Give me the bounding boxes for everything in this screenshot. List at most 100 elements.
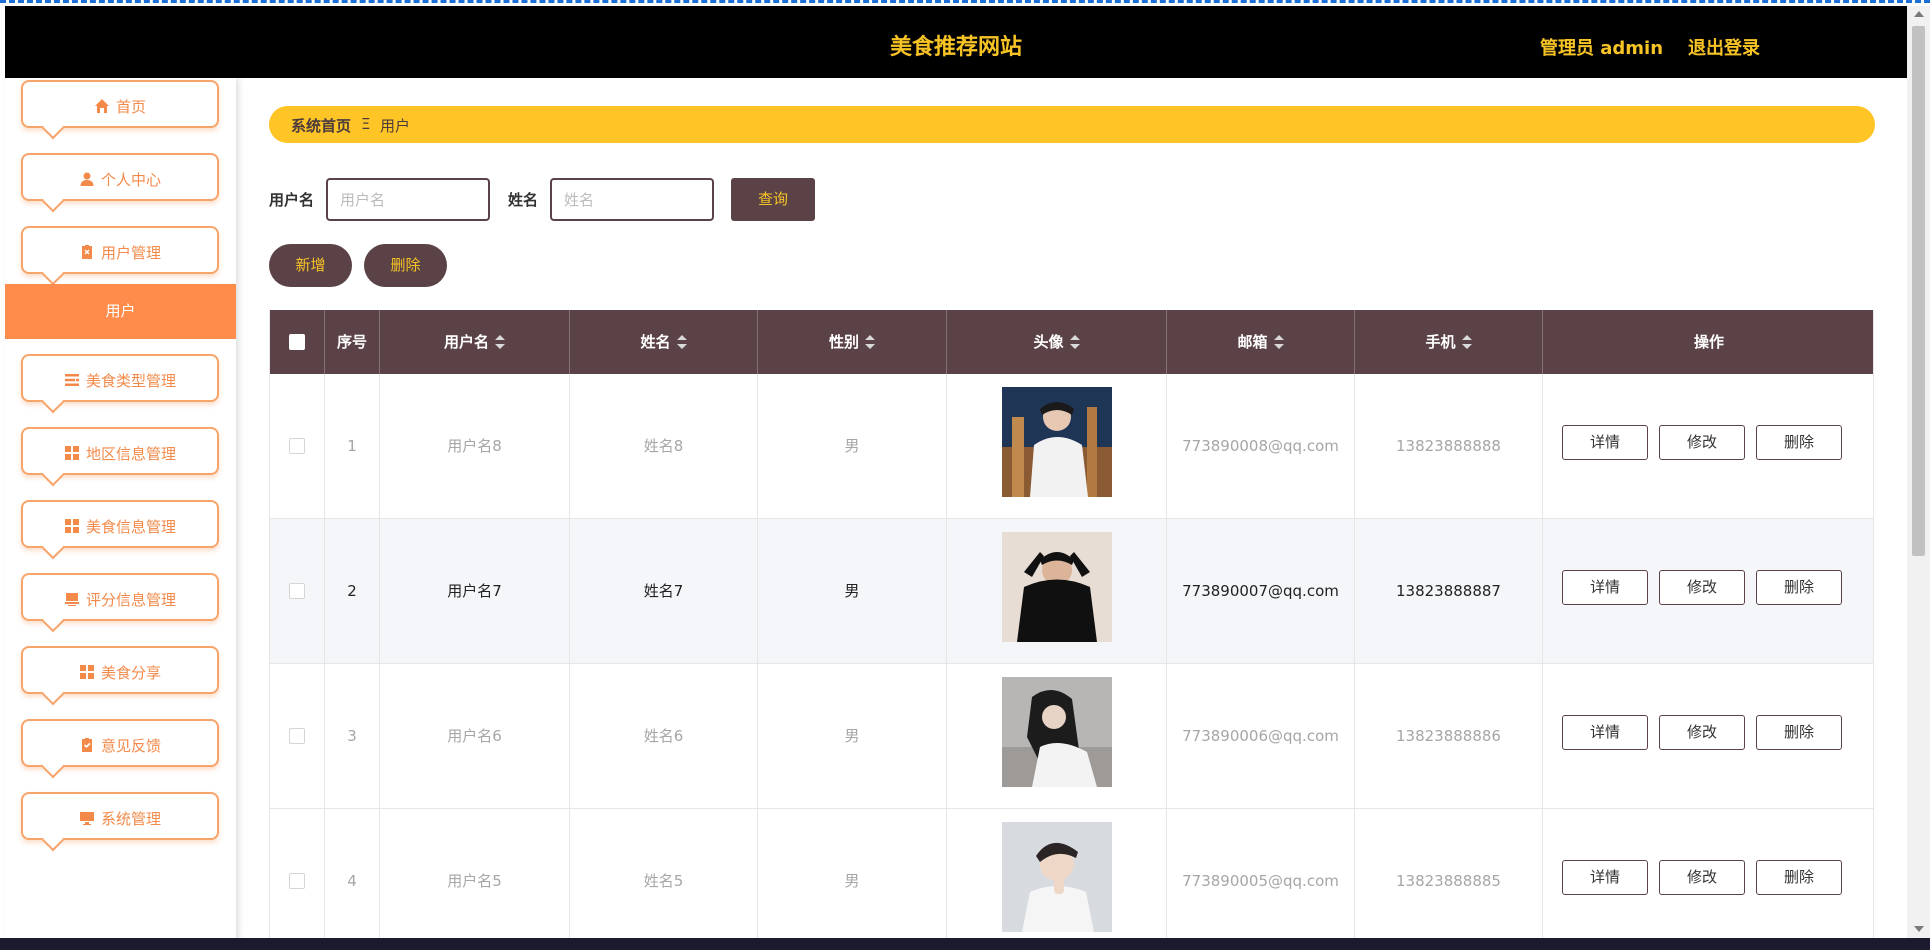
batch-delete-button[interactable]: 删除: [364, 244, 447, 287]
delete-button[interactable]: 删除: [1756, 425, 1842, 460]
row-checkbox[interactable]: [289, 583, 305, 599]
cell-index: 4: [325, 809, 380, 938]
admin-label: 管理员 admin: [1540, 38, 1664, 59]
username-label: 用户名: [269, 191, 315, 209]
cell-name: 姓名6: [570, 664, 758, 809]
sort-icon[interactable]: [1461, 312, 1472, 349]
header-phone[interactable]: 手机: [1355, 310, 1543, 374]
delete-button[interactable]: 删除: [1756, 570, 1842, 605]
sidebar-item-food-share[interactable]: 美食分享: [21, 646, 219, 694]
sidebar-item-label: 美食信息管理: [85, 518, 176, 536]
cell-phone: 13823888888: [1355, 374, 1543, 519]
breadcrumb-separator: Ξ: [361, 115, 371, 133]
sidebar-item-feedback[interactable]: 意见反馈: [21, 719, 219, 767]
cell-gender: 男: [758, 374, 947, 519]
sidebar-item-label: 用户管理: [100, 244, 161, 262]
detail-button[interactable]: 详情: [1562, 425, 1648, 460]
sidebar-item-label: 评分信息管理: [85, 591, 176, 609]
cell-name: 姓名5: [570, 809, 758, 938]
name-search-input[interactable]: [550, 178, 714, 221]
cell-name: 姓名7: [570, 519, 758, 664]
select-all-checkbox[interactable]: [289, 334, 305, 350]
clipboard-icon: [79, 244, 95, 260]
header-name[interactable]: 姓名: [570, 310, 758, 374]
user-icon: [79, 171, 95, 187]
sidebar-subitem-user[interactable]: 用户: [5, 284, 236, 339]
sidebar-item-food-info[interactable]: 美食信息管理: [21, 500, 219, 548]
detail-button[interactable]: 详情: [1562, 570, 1648, 605]
add-button[interactable]: 新增: [269, 244, 352, 287]
cell-index: 3: [325, 664, 380, 809]
sidebar: 首页 个人中心 用户管理 用户 美食类型管理 地区信息管理 美食信息管理 评分信…: [5, 78, 236, 938]
sidebar-item-system[interactable]: 系统管理: [21, 792, 219, 840]
sidebar-item-label: 个人中心: [100, 171, 161, 189]
cell-username: 用户名6: [380, 664, 570, 809]
delete-button[interactable]: 删除: [1756, 860, 1842, 895]
sidebar-item-label: 首页: [115, 98, 146, 116]
row-checkbox[interactable]: [289, 873, 305, 889]
sort-icon[interactable]: [676, 312, 687, 349]
sidebar-item-label: 系统管理: [100, 810, 161, 828]
scroll-thumb[interactable]: [1912, 26, 1925, 556]
avatar: [1002, 677, 1112, 787]
sort-icon[interactable]: [1069, 312, 1080, 349]
row-checkbox[interactable]: [289, 728, 305, 744]
table-row: 1 用户名8 姓名8 男 773890008@qq.com 1382388888…: [270, 374, 1873, 519]
cell-gender: 男: [758, 809, 947, 938]
edit-button[interactable]: 修改: [1659, 425, 1745, 460]
sidebar-item-food-type[interactable]: 美食类型管理: [21, 354, 219, 402]
list-icon: [64, 372, 80, 388]
grid-icon: [79, 664, 95, 680]
header-email[interactable]: 邮箱: [1167, 310, 1355, 374]
grid-icon: [64, 445, 80, 461]
monitor-icon: [79, 810, 95, 826]
header-select-all[interactable]: [270, 310, 325, 374]
edit-button[interactable]: 修改: [1659, 715, 1745, 750]
breadcrumb: 系统首页 Ξ 用户: [269, 106, 1875, 143]
table-row: 4 用户名5 姓名5 男 773890005@qq.com 1382388888…: [270, 809, 1873, 938]
cell-phone: 13823888886: [1355, 664, 1543, 809]
sidebar-item-label: 地区信息管理: [85, 445, 176, 463]
tray-icon: [64, 591, 80, 607]
user-table: 序号 用户名 姓名 性别 头像 邮箱 手机 操作 1 用户名8 姓名8 男 77…: [269, 310, 1874, 938]
app-window: 美食推荐网站 管理员 admin 退出登录 首页 个人中心 用户管理 用户 美食…: [0, 0, 1930, 938]
header-avatar[interactable]: 头像: [947, 310, 1167, 374]
scroll-up-icon[interactable]: [1914, 11, 1924, 17]
sort-icon[interactable]: [495, 312, 505, 349]
edit-button[interactable]: 修改: [1659, 570, 1745, 605]
cell-gender: 男: [758, 664, 947, 809]
cell-phone: 13823888887: [1355, 519, 1543, 664]
cell-index: 2: [325, 519, 380, 664]
table-header: 序号 用户名 姓名 性别 头像 邮箱 手机 操作: [270, 310, 1873, 374]
delete-button[interactable]: 删除: [1756, 715, 1842, 750]
edit-button[interactable]: 修改: [1659, 860, 1745, 895]
header-username[interactable]: 用户名: [380, 310, 570, 374]
query-button[interactable]: 查询: [731, 178, 815, 221]
sidebar-item-user-management[interactable]: 用户管理: [21, 226, 219, 274]
row-checkbox[interactable]: [289, 438, 305, 454]
page-scrollbar[interactable]: [1907, 6, 1930, 938]
sort-icon[interactable]: [865, 312, 875, 349]
sidebar-item-region-info[interactable]: 地区信息管理: [21, 427, 219, 475]
cell-name: 姓名8: [570, 374, 758, 519]
avatar: [1002, 532, 1112, 642]
sidebar-item-home[interactable]: 首页: [21, 80, 219, 128]
detail-button[interactable]: 详情: [1562, 715, 1648, 750]
username-search-input[interactable]: [326, 178, 490, 221]
sort-icon[interactable]: [1273, 312, 1284, 349]
sidebar-item-personal-center[interactable]: 个人中心: [21, 153, 219, 201]
detail-button[interactable]: 详情: [1562, 860, 1648, 895]
table-row: 3 用户名6 姓名6 男 773890006@qq.com 1382388888…: [270, 664, 1873, 809]
cell-gender: 男: [758, 519, 947, 664]
cell-email: 773890007@qq.com: [1167, 519, 1355, 664]
clipboard-check-icon: [79, 737, 95, 753]
table-row: 2 用户名7 姓名7 男 773890007@qq.com 1382388888…: [270, 519, 1873, 664]
scroll-down-icon[interactable]: [1914, 926, 1924, 932]
top-header: 美食推荐网站 管理员 admin 退出登录: [5, 6, 1907, 78]
sidebar-item-rating-info[interactable]: 评分信息管理: [21, 573, 219, 621]
header-gender[interactable]: 性别: [758, 310, 947, 374]
cell-username: 用户名5: [380, 809, 570, 938]
logout-link[interactable]: 退出登录: [1688, 34, 1760, 60]
breadcrumb-home[interactable]: 系统首页: [291, 115, 351, 136]
header-actions: 操作: [1693, 333, 1724, 351]
